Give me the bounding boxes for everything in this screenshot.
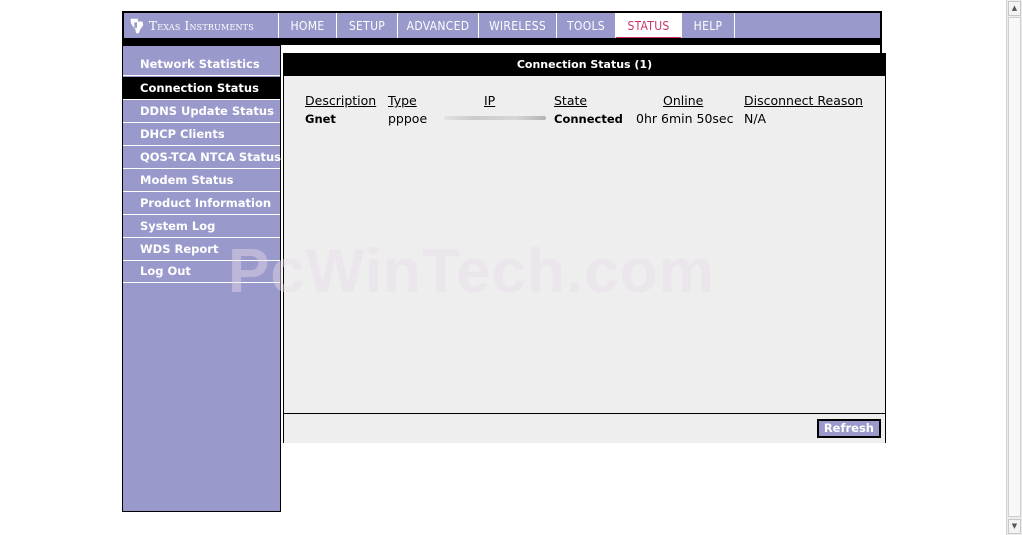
brand-name: Texas Instruments xyxy=(149,19,254,33)
row-disconnect-reason: N/A xyxy=(744,111,767,126)
sidebar-item-connection-status[interactable]: Connection Status xyxy=(123,77,280,100)
watermark: PcWinTech.com xyxy=(228,237,715,306)
sidebar-item-dhcp-clients[interactable]: DHCP Clients xyxy=(123,123,280,146)
nav-tabs: HOME SETUP ADVANCED WIRELESS TOOLS STATU… xyxy=(279,13,735,39)
scroll-up-icon[interactable]: ▲ xyxy=(1008,1,1021,16)
tab-tools[interactable]: TOOLS xyxy=(557,13,616,39)
row-state: Connected xyxy=(554,112,623,126)
panel-footer: Refresh xyxy=(284,413,885,443)
column-header-ip: IP xyxy=(484,93,496,108)
tab-wireless[interactable]: WIRELESS xyxy=(479,13,557,39)
refresh-button[interactable]: Refresh xyxy=(816,419,881,438)
tab-status[interactable]: STATUS xyxy=(616,13,682,39)
nav-divider xyxy=(122,38,882,45)
column-header-description: Description xyxy=(305,93,377,108)
sidebar-item-product-information[interactable]: Product Information xyxy=(123,192,280,215)
row-online: 0hr 6min 50sec xyxy=(636,111,734,126)
column-header-type: Type xyxy=(388,93,417,108)
content-top-border xyxy=(278,45,882,53)
row-ip-redacted xyxy=(444,116,546,120)
panel-title: Connection Status (1) xyxy=(284,54,885,76)
sidebar-item-system-log[interactable]: System Log xyxy=(123,215,280,238)
row-type: pppoe xyxy=(388,111,428,126)
top-navigation: Texas Instruments HOME SETUP ADVANCED WI… xyxy=(122,11,882,39)
sidebar-item-ddns-update-status[interactable]: DDNS Update Status xyxy=(123,100,280,123)
column-header-state: State xyxy=(554,93,588,108)
ti-logo-icon xyxy=(130,18,144,34)
sidebar-item-qos-tca-ntca-status[interactable]: QOS-TCA NTCA Status xyxy=(123,146,281,169)
scroll-down-icon[interactable]: ▼ xyxy=(1008,519,1021,534)
scroll-thumb[interactable] xyxy=(1008,17,1021,517)
sidebar-item-modem-status[interactable]: Modem Status xyxy=(123,169,280,192)
tab-advanced[interactable]: ADVANCED xyxy=(398,13,479,39)
column-header-online: Online xyxy=(663,93,704,108)
tab-help[interactable]: HELP xyxy=(682,13,735,39)
sidebar-item-network-statistics[interactable]: Network Statistics xyxy=(123,53,280,76)
vertical-scrollbar[interactable]: ▲ ▼ xyxy=(1006,0,1022,535)
tab-home[interactable]: HOME xyxy=(279,13,337,39)
row-description: Gnet xyxy=(305,112,336,126)
brand-logo: Texas Instruments xyxy=(124,13,279,39)
column-header-disconnect-reason: Disconnect Reason xyxy=(744,93,863,108)
tab-setup[interactable]: SETUP xyxy=(337,13,398,39)
